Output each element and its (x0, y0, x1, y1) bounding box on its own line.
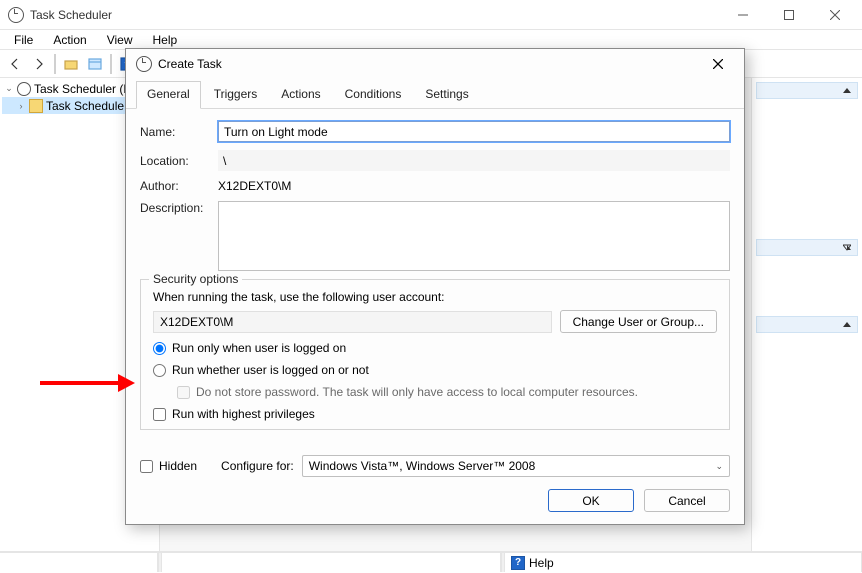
radio-run-whether-input[interactable] (153, 364, 166, 377)
author-value: X12DEXT0\M (218, 179, 291, 193)
description-label: Description: (140, 201, 218, 215)
forward-button[interactable] (28, 53, 50, 75)
status-help-label: Help (529, 556, 554, 570)
tree-root-label: Task Scheduler (L (34, 82, 130, 96)
security-options-legend: Security options (149, 272, 242, 286)
tab-actions[interactable]: Actions (270, 81, 331, 108)
tab-general[interactable]: General (136, 81, 201, 109)
security-options-group: Security options When running the task, … (140, 279, 730, 430)
collapse-icon[interactable]: ⌄ (4, 83, 14, 94)
name-input[interactable] (218, 121, 730, 142)
main-titlebar: Task Scheduler (0, 0, 862, 30)
dialog-titlebar: Create Task (126, 49, 744, 79)
clock-icon (136, 56, 152, 72)
tab-conditions[interactable]: Conditions (334, 81, 413, 108)
clock-icon (8, 7, 24, 23)
description-input[interactable] (218, 201, 730, 271)
status-cell-help: ? Help (505, 553, 862, 572)
back-button[interactable] (4, 53, 26, 75)
chevron-down-icon: ⌄ (715, 461, 723, 472)
actions-collapse-3[interactable] (756, 316, 858, 333)
chk-highest-priv-input[interactable] (153, 408, 166, 421)
panel-button[interactable] (84, 53, 106, 75)
toolbar-divider (54, 54, 56, 74)
actions-collapse-1[interactable] (756, 82, 858, 99)
location-value: \ (218, 150, 730, 171)
ok-button[interactable]: OK (548, 489, 634, 512)
chk-highest-priv-label: Run with highest privileges (172, 407, 315, 421)
clock-icon (17, 82, 31, 96)
chk-no-store-pw-label: Do not store password. The task will onl… (196, 385, 638, 399)
menu-action[interactable]: Action (43, 32, 96, 48)
help-icon: ? (511, 556, 525, 570)
dialog-body: Name: Location: \ Author: X12DEXT0\M Des… (126, 109, 744, 445)
configure-for-value: Windows Vista™, Windows Server™ 2008 (309, 459, 536, 473)
dialog-bottom-row: Hidden Configure for: Windows Vista™, Wi… (126, 445, 744, 481)
tab-settings[interactable]: Settings (414, 81, 479, 108)
window-controls (720, 0, 858, 30)
user-account-field: X12DEXT0\M (153, 311, 552, 333)
change-user-button[interactable]: Change User or Group... (560, 310, 717, 333)
dialog-close-button[interactable] (698, 51, 738, 77)
folder-icon (29, 99, 43, 113)
chk-no-store-pw-input (177, 386, 190, 399)
actions-collapse-2[interactable] (756, 239, 858, 256)
dialog-buttons: OK Cancel (126, 481, 744, 524)
tab-triggers[interactable]: Triggers (203, 81, 269, 108)
chk-hidden[interactable]: Hidden (140, 459, 197, 473)
chk-hidden-label: Hidden (159, 459, 197, 473)
chk-highest-priv[interactable]: Run with highest privileges (153, 407, 717, 421)
dialog-title: Create Task (158, 57, 698, 71)
radio-run-whether-label: Run whether user is logged on or not (172, 363, 369, 377)
toolbar-divider-2 (110, 54, 112, 74)
status-bar: ? Help (0, 552, 862, 572)
close-button[interactable] (812, 0, 858, 30)
cancel-button[interactable]: Cancel (644, 489, 730, 512)
radio-run-logged-on-label: Run only when user is logged on (172, 341, 346, 355)
menu-help[interactable]: Help (143, 32, 188, 48)
location-label: Location: (140, 154, 218, 168)
menu-bar: File Action View Help (0, 30, 862, 50)
author-label: Author: (140, 179, 218, 193)
status-cell-left (0, 553, 158, 572)
menu-view[interactable]: View (97, 32, 143, 48)
window-title: Task Scheduler (30, 8, 720, 22)
chk-hidden-input[interactable] (140, 460, 153, 473)
radio-run-logged-on[interactable]: Run only when user is logged on (153, 341, 717, 355)
chk-no-store-pw: Do not store password. The task will onl… (177, 385, 717, 399)
status-cell-mid (162, 553, 501, 572)
radio-run-whether[interactable]: Run whether user is logged on or not (153, 363, 717, 377)
security-prompt: When running the task, use the following… (153, 290, 717, 304)
folder-button[interactable] (60, 53, 82, 75)
tree-library-label: Task Schedule (46, 99, 124, 113)
maximize-button[interactable] (766, 0, 812, 30)
create-task-dialog: Create Task General Triggers Actions Con… (125, 48, 745, 525)
dialog-tabs: General Triggers Actions Conditions Sett… (126, 81, 744, 109)
minimize-button[interactable] (720, 0, 766, 30)
radio-run-logged-on-input[interactable] (153, 342, 166, 355)
expand-icon[interactable]: › (16, 101, 26, 111)
configure-for-dropdown[interactable]: Windows Vista™, Windows Server™ 2008 ⌄ (302, 455, 730, 477)
configure-for-label: Configure for: (221, 459, 294, 473)
menu-file[interactable]: File (4, 32, 43, 48)
name-label: Name: (140, 125, 218, 139)
actions-pane (752, 78, 862, 551)
